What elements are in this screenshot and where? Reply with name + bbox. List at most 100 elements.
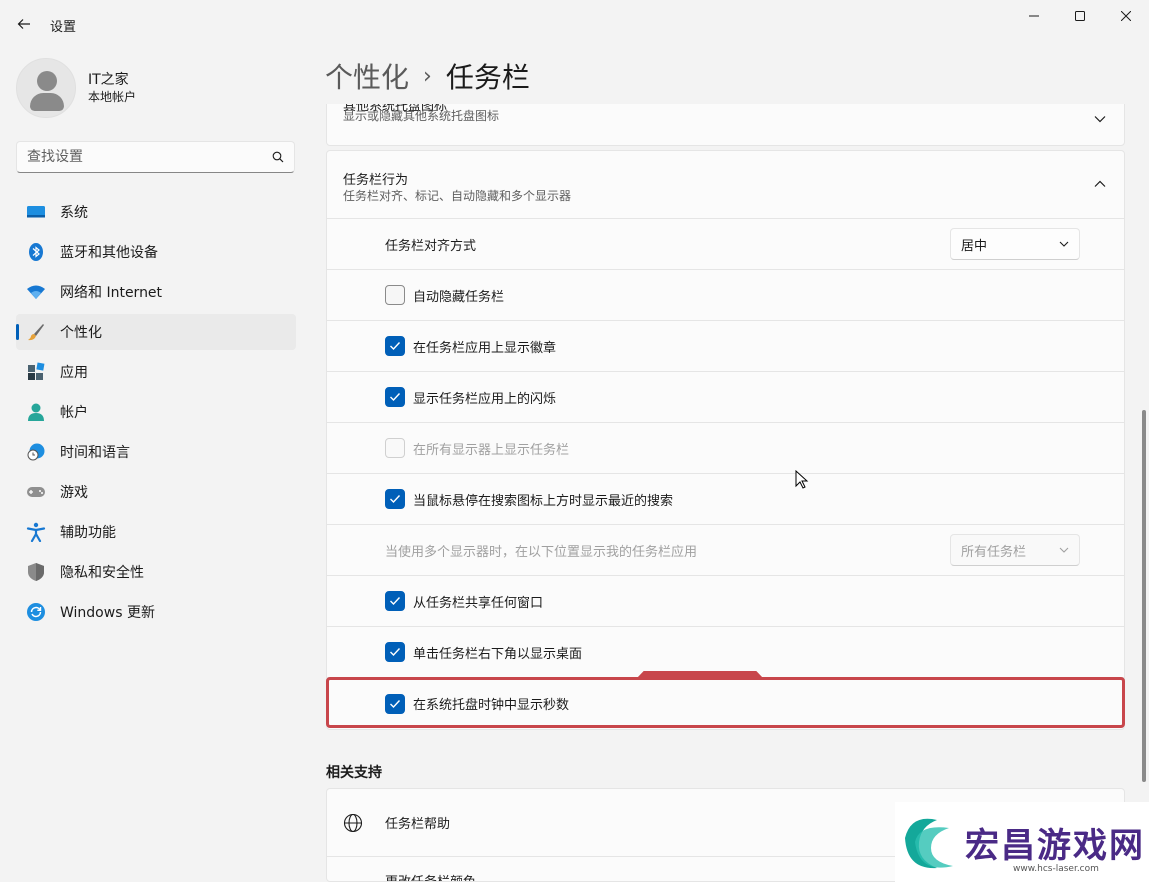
- checkmark-icon: [390, 495, 401, 504]
- wifi-icon: [26, 282, 46, 302]
- option-show-desktop: 单击任务栏右下角以显示桌面: [327, 627, 1124, 678]
- sidebar-item-label: 个性化: [60, 325, 102, 341]
- sidebar-item-label: 网络和 Internet: [60, 285, 163, 301]
- gamepad-icon: [26, 482, 46, 502]
- option-label: 单击任务栏右下角以显示桌面: [413, 646, 583, 662]
- sidebar-item-label: 游戏: [60, 485, 88, 501]
- show-flashing-checkbox[interactable]: [385, 387, 405, 407]
- watermark-text: 宏昌游戏网: [965, 826, 1145, 866]
- card-title: 任务栏行为: [343, 173, 409, 188]
- window-controls: [1011, 0, 1149, 32]
- back-arrow-icon: [17, 19, 30, 29]
- apps-icon: [26, 362, 46, 382]
- option-recent-searches: 当鼠标悬停在搜索图标上方时显示最近的搜索: [327, 474, 1124, 525]
- show-desktop-checkbox[interactable]: [385, 642, 405, 662]
- sidebar-item-accessibility[interactable]: 辅助功能: [16, 514, 296, 550]
- sidebar-item-gaming[interactable]: 游戏: [16, 474, 296, 510]
- breadcrumb-separator: ›: [423, 63, 432, 89]
- sidebar-item-apps[interactable]: 应用: [16, 354, 296, 390]
- taskbar-behavior-header[interactable]: 任务栏行为 任务栏对齐、标记、自动隐藏和多个显示器: [327, 151, 1124, 219]
- sidebar-item-label: 蓝牙和其他设备: [60, 245, 158, 261]
- page-title: 任务栏: [445, 61, 530, 94]
- multi-display-dropdown: 所有任务栏: [950, 534, 1080, 566]
- brush-icon: [26, 322, 46, 342]
- sidebar-item-label: 帐户: [60, 405, 88, 421]
- person-icon: [26, 402, 46, 422]
- watermark-logo-icon: [905, 818, 953, 869]
- sidebar-item-network[interactable]: 网络和 Internet: [16, 274, 296, 310]
- chevron-down-icon: [1059, 547, 1069, 553]
- update-icon: [26, 602, 46, 622]
- alignment-dropdown[interactable]: 居中: [950, 228, 1080, 260]
- title-bar: 设置: [0, 0, 1149, 48]
- taskbar-behavior-card: 任务栏行为 任务栏对齐、标记、自动隐藏和多个显示器 任务栏对齐方式 居中 自动隐…: [326, 150, 1125, 730]
- search-box: [16, 141, 295, 173]
- user-profile[interactable]: IT之家 本地帐户: [16, 58, 136, 118]
- show-seconds-checkbox[interactable]: [385, 693, 405, 714]
- checkmark-icon: [390, 597, 401, 606]
- back-button[interactable]: [10, 10, 38, 38]
- sidebar-item-accounts[interactable]: 帐户: [16, 394, 296, 430]
- maximize-button[interactable]: [1057, 0, 1103, 32]
- option-label: 自动隐藏任务栏: [413, 289, 505, 305]
- search-icon: [272, 151, 284, 163]
- checkmark-icon: [390, 699, 401, 708]
- profile-name: IT之家: [88, 72, 129, 88]
- checkmark-icon: [390, 393, 401, 402]
- share-window-checkbox[interactable]: [385, 591, 405, 611]
- profile-account-type: 本地帐户: [88, 90, 137, 104]
- checkmark-icon: [390, 342, 401, 351]
- globe-clock-icon: [26, 442, 46, 462]
- option-label: 从任务栏共享任何窗口: [413, 595, 544, 611]
- minimize-icon: [1029, 15, 1039, 17]
- multi-display-label: 当使用多个显示器时，在以下位置显示我的任务栏应用: [385, 544, 698, 560]
- sidebar-item-system[interactable]: 系统: [16, 194, 296, 230]
- option-label: 在系统托盘时钟中显示秒数: [413, 698, 570, 713]
- option-share-window: 从任务栏共享任何窗口: [327, 576, 1124, 627]
- option-show-flashing: 显示任务栏应用上的闪烁: [327, 372, 1124, 423]
- scrollbar-thumb[interactable]: [1142, 410, 1146, 782]
- sidebar-item-bluetooth[interactable]: 蓝牙和其他设备: [16, 234, 296, 270]
- auto-hide-checkbox[interactable]: [385, 285, 405, 305]
- mouse-cursor-icon: [795, 470, 809, 489]
- sidebar-item-label: 应用: [60, 365, 88, 381]
- alignment-row: 任务栏对齐方式 居中: [327, 219, 1124, 270]
- related-section-title: 相关支持: [326, 765, 382, 781]
- system-icon: [26, 202, 46, 222]
- option-label: 在任务栏应用上显示徽章: [413, 340, 557, 356]
- option-show-badges: 在任务栏应用上显示徽章: [327, 321, 1124, 372]
- multi-display-row: 当使用多个显示器时，在以下位置显示我的任务栏应用 所有任务栏: [327, 525, 1124, 576]
- close-button[interactable]: [1103, 0, 1149, 32]
- sidebar-item-personalization[interactable]: 个性化: [16, 314, 296, 350]
- close-icon: [1121, 11, 1131, 21]
- watermark-url: www.hcs-laser.com: [1013, 864, 1099, 874]
- alignment-label: 任务栏对齐方式: [385, 238, 477, 254]
- show-badges-checkbox[interactable]: [385, 336, 405, 356]
- sidebar-item-windows-update[interactable]: Windows 更新: [16, 594, 296, 630]
- globe-icon: [343, 813, 363, 832]
- chevron-up-icon: [1094, 180, 1106, 187]
- chevron-down-icon: [1059, 241, 1069, 247]
- all-displays-checkbox: [385, 438, 405, 458]
- option-label: 显示任务栏应用上的闪烁: [413, 391, 557, 407]
- sidebar-item-label: Windows 更新: [60, 605, 155, 621]
- alignment-value: 居中: [961, 238, 988, 254]
- recent-searches-checkbox[interactable]: [385, 489, 405, 509]
- sidebar-item-privacy[interactable]: 隐私和安全性: [16, 554, 296, 590]
- app-title: 设置: [50, 20, 77, 35]
- minimize-button[interactable]: [1011, 0, 1057, 32]
- breadcrumb-parent[interactable]: 个性化: [325, 56, 409, 96]
- accessibility-icon: [26, 522, 46, 542]
- chevron-down-icon: [1094, 116, 1106, 123]
- option-auto-hide: 自动隐藏任务栏: [327, 270, 1124, 321]
- tray-icons-card[interactable]: 其他系统托盘图标 显示或隐藏其他系统托盘图标: [326, 104, 1125, 146]
- main-content: 其他系统托盘图标 显示或隐藏其他系统托盘图标 任务栏行为 任务栏对齐、标记、自动…: [326, 104, 1125, 882]
- sidebar-item-label: 辅助功能: [60, 525, 116, 541]
- sidebar-nav: 系统 蓝牙和其他设备 网络和 Internet 个性化 应用 帐户 时间和语言 …: [16, 194, 296, 634]
- checkmark-icon: [390, 648, 401, 657]
- card-subtitle: 显示或隐藏其他系统托盘图标: [343, 109, 500, 123]
- breadcrumb: 个性化 › 任务栏: [325, 56, 530, 96]
- maximize-icon: [1075, 11, 1085, 21]
- sidebar-item-time-language[interactable]: 时间和语言: [16, 434, 296, 470]
- search-input[interactable]: [27, 149, 272, 165]
